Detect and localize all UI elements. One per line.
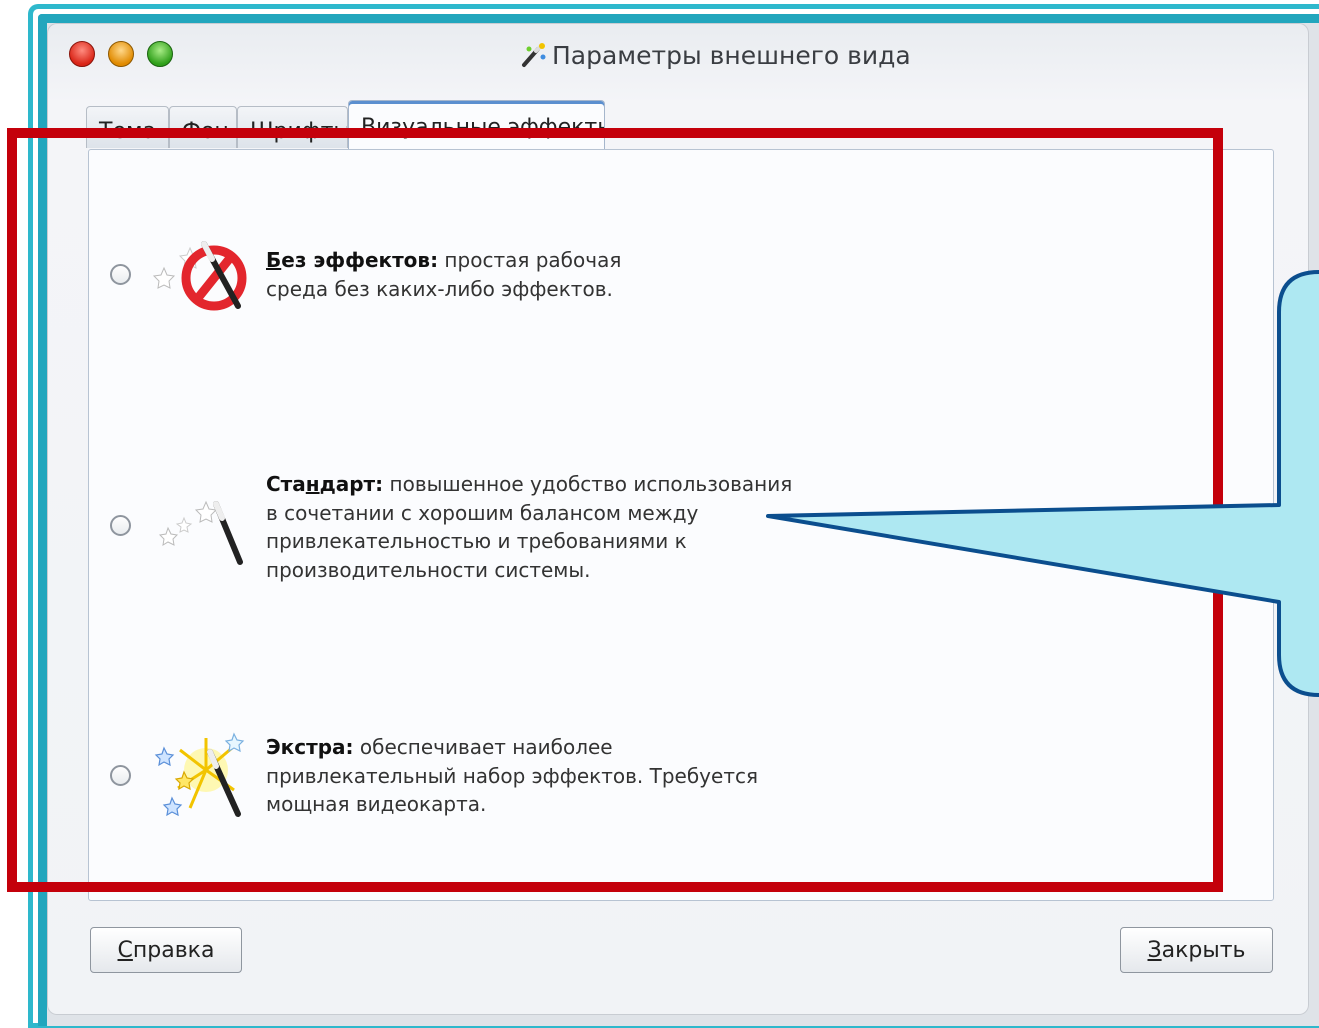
description-text: в сочетании с хорошим балансом между: [266, 500, 699, 525]
tab-label: Тема: [99, 119, 157, 144]
callout-bubble: [766, 270, 1319, 697]
tab-fonts[interactable]: Шрифты: [237, 106, 348, 148]
option-name: Ста: [266, 472, 306, 496]
tab-background[interactable]: Фон: [169, 106, 237, 148]
window-title: Параметры внешнего вида: [552, 40, 911, 70]
mnemonic: Б: [266, 248, 282, 272]
extra-effects-sparkle-wand-icon: [154, 732, 245, 817]
mnemonic: З: [1147, 937, 1162, 963]
option-name: Экстра:: [266, 735, 354, 759]
mnemonic: н: [305, 472, 320, 496]
close-button[interactable]: Закрыть: [1120, 927, 1273, 973]
minimize-window-button[interactable]: [108, 41, 134, 67]
close-window-button[interactable]: [69, 41, 95, 67]
description-text: обеспечивает наиболее: [353, 735, 613, 759]
description-text: мощная видеокарта.: [266, 792, 487, 816]
maximize-window-button[interactable]: [147, 41, 173, 67]
tab-label: Визуальные эффекты: [361, 115, 605, 140]
mnemonic: С: [117, 937, 133, 963]
description-text: простая рабочая: [438, 248, 622, 272]
option-name: ез эффектов:: [281, 248, 439, 272]
description-text: среда без каких-либо эффектов.: [266, 276, 613, 301]
tab-theme[interactable]: Тема: [86, 106, 169, 148]
description-text: производительности системы.: [266, 557, 591, 582]
description-text: привлекательный набор эффектов. Требуетс…: [266, 763, 759, 788]
appearance-wand-icon: [522, 43, 546, 67]
no-effects-radio[interactable]: [110, 264, 131, 285]
description-text: повышенное удобство использования: [383, 472, 793, 496]
no-effects-description: Без эффектов: простая рабочая среда без …: [266, 246, 621, 303]
description-text: привлекательностью и требованиями к: [266, 529, 687, 553]
standard-radio[interactable]: [110, 515, 131, 536]
tab-label: Фон: [182, 119, 229, 144]
no-effects-icon: [152, 241, 247, 311]
tab-label: Шрифты: [250, 119, 348, 144]
button-label: акрыть: [1161, 937, 1246, 963]
button-label: правка: [132, 937, 215, 963]
tab-visual-effects[interactable]: Визуальные эффекты: [348, 100, 605, 150]
window-title-bar: Параметры внешнего вида: [520, 40, 911, 70]
extra-radio[interactable]: [110, 765, 131, 786]
option-name: дарт:: [319, 472, 384, 496]
standard-effects-wand-icon: [158, 500, 243, 565]
help-button[interactable]: Справка: [90, 927, 242, 973]
standard-description: Стандарт: повышенное удобство использова…: [266, 470, 792, 584]
extra-description: Экстра: обеспечивает наиболее привлекате…: [266, 733, 758, 819]
